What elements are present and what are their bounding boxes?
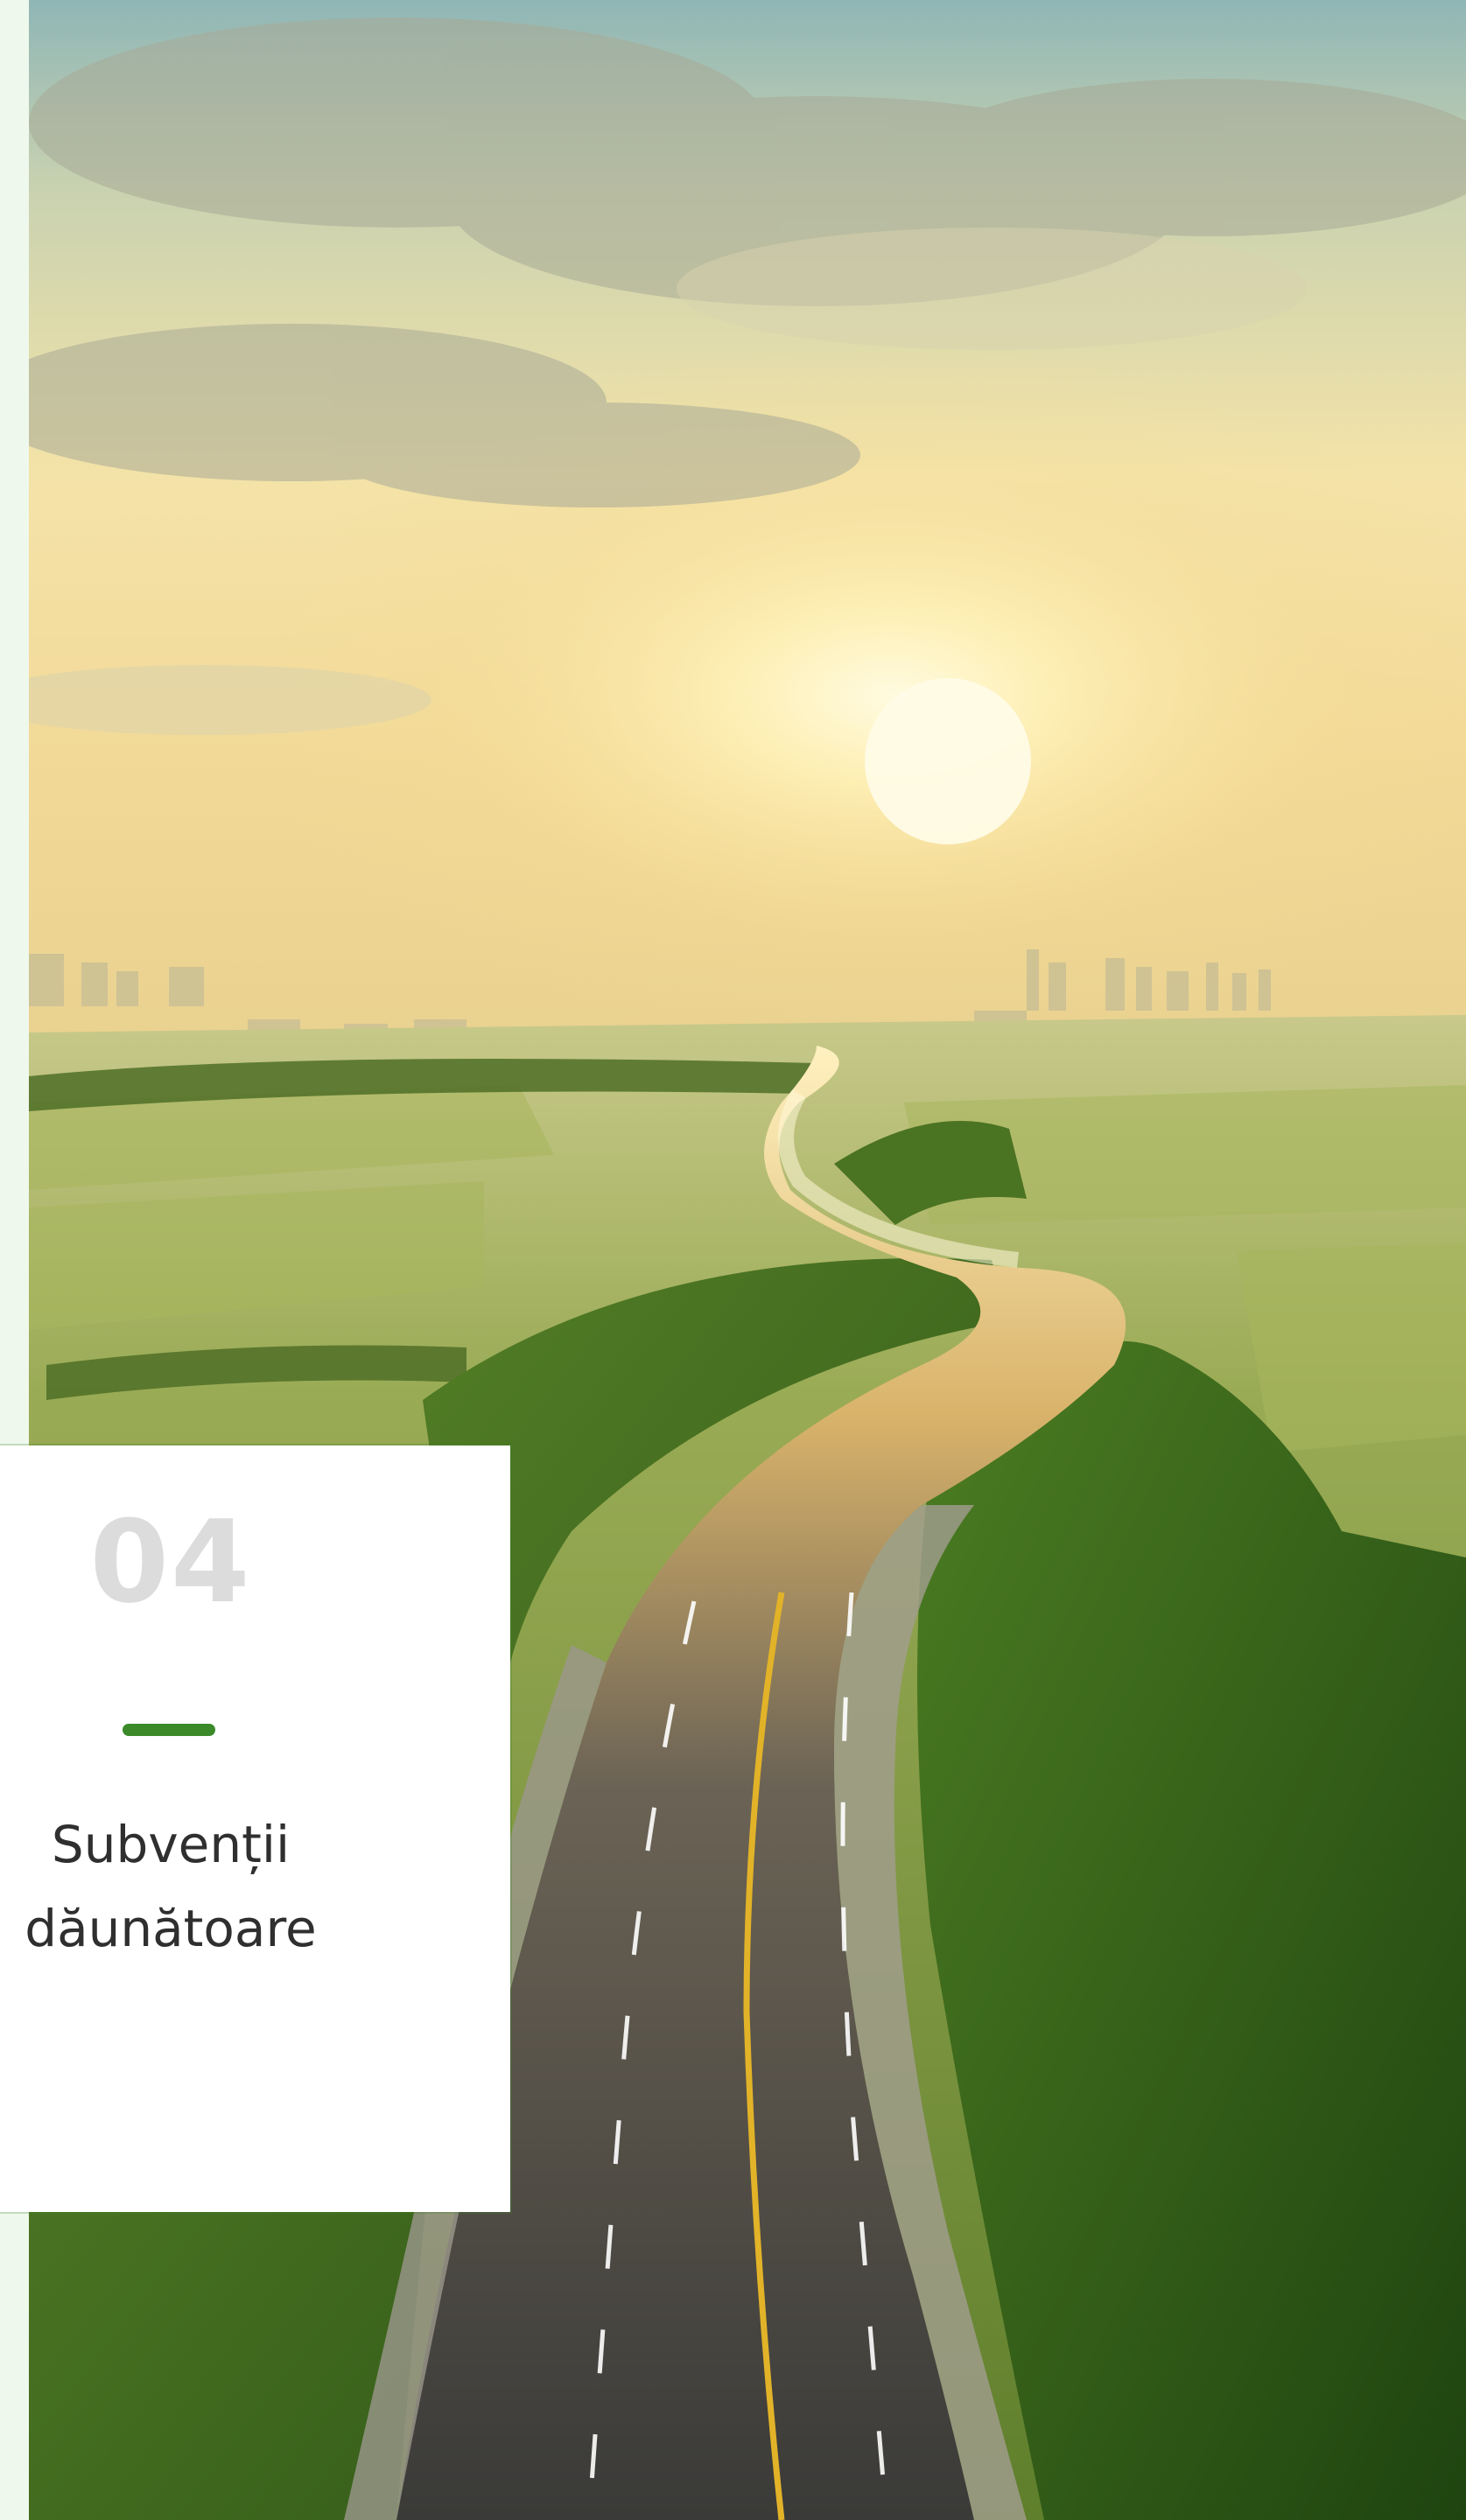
card-accent-bar	[123, 1724, 215, 1736]
card-number: 04	[89, 1495, 252, 1628]
page: 04 Subvenții dăunătoare	[0, 0, 1466, 2520]
card-title: Subvenții dăunătoare	[25, 1815, 317, 1958]
